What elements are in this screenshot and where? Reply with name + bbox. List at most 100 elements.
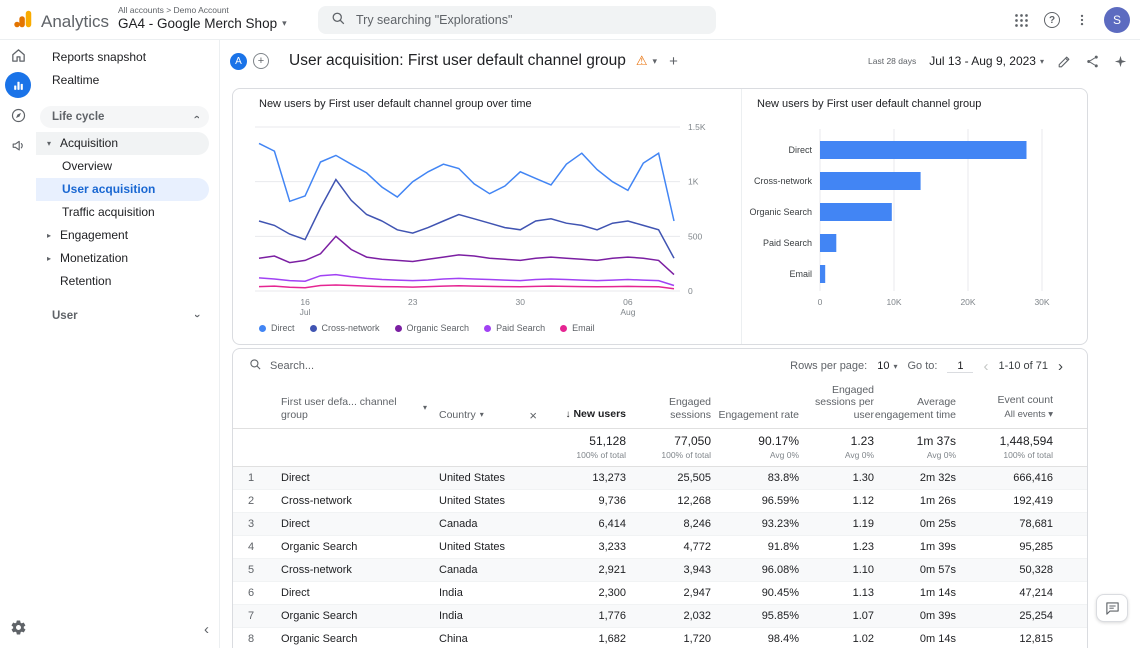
column-header-engaged-sessions[interactable]: Engaged sessions: [626, 396, 711, 421]
row-index: 8: [247, 633, 255, 645]
advertising-icon[interactable]: [0, 130, 36, 160]
y-axis-label: 0: [688, 286, 693, 296]
add-comparison-button[interactable]: +: [253, 53, 269, 69]
account-switcher[interactable]: All accounts > Demo Account GA4 - Google…: [118, 5, 287, 31]
chevron-down-icon: ▾: [282, 18, 287, 28]
column-header-engagement-rate[interactable]: Engagement rate: [711, 409, 799, 422]
analytics-logo-icon: [12, 8, 34, 35]
bar-category-label: Organic Search: [749, 207, 812, 217]
table-row[interactable]: 8 Organic Search China 1,682 1,720 98.4% 1.02 0…: [233, 628, 1087, 648]
column-header-engaged-sessions-per-user[interactable]: Engaged sessions per user: [799, 384, 874, 422]
column-header-new-users[interactable]: ↓ New users: [539, 408, 626, 422]
nav-realtime[interactable]: Realtime: [36, 69, 219, 92]
nav-acquisition-overview[interactable]: Overview: [36, 155, 209, 178]
cell-engaged-per-user: 1.10: [852, 564, 874, 576]
table-row[interactable]: 1 Direct United States 13,273 25,505 83.8% 1.3…: [233, 467, 1087, 490]
column-header-country[interactable]: Country ▾ ×: [427, 409, 539, 422]
table-search-input[interactable]: Search...: [249, 358, 314, 374]
cell-engaged-sessions: 8,246: [683, 518, 711, 530]
table-row[interactable]: 4 Organic Search United States 3,233 4,772 91…: [233, 536, 1087, 559]
cell-channel: Organic Search: [281, 633, 358, 645]
apps-grid-icon[interactable]: [1014, 13, 1029, 28]
comparison-chip[interactable]: A: [230, 52, 247, 70]
user-avatar[interactable]: S: [1104, 7, 1130, 33]
nav-user-acquisition[interactable]: User acquisition: [36, 178, 209, 201]
column-header-channel-group[interactable]: First user defa... channel group ▾: [269, 396, 427, 421]
home-icon[interactable]: [0, 40, 36, 70]
nav-reports-snapshot[interactable]: Reports snapshot: [36, 46, 219, 69]
analytics-logo[interactable]: Analytics: [12, 8, 109, 35]
nav-retention[interactable]: Retention: [36, 270, 209, 293]
bar-chart-svg[interactable]: 0 10K 20K 30K Direct Cross-network Organic Sea…: [746, 115, 1086, 315]
add-report-button[interactable]: +: [669, 53, 678, 70]
icon-rail: [0, 40, 36, 648]
collapsed-triangle-icon: ▸: [46, 254, 51, 263]
cell-engaged-sessions: 12,268: [677, 495, 711, 507]
nav-section-user[interactable]: User ›: [40, 305, 209, 327]
cell-engaged-per-user: 1.30: [852, 472, 874, 484]
more-vert-icon[interactable]: [1075, 13, 1089, 27]
table-row[interactable]: 3 Direct Canada 6,414 8,246 93.23% 1.19 0m 25s 7…: [233, 513, 1087, 536]
table-row[interactable]: 6 Direct India 2,300 2,947 90.45% 1.13 1m 14s 47…: [233, 582, 1087, 605]
total-new-users: 51,128: [589, 434, 626, 448]
warning-icon[interactable]: ⚠: [636, 53, 648, 69]
table-search-placeholder: Search...: [270, 360, 315, 372]
rows-per-page-select[interactable]: 10 ▾: [877, 360, 897, 372]
admin-gear-icon[interactable]: [0, 619, 36, 636]
search-icon: [331, 11, 346, 29]
reports-icon[interactable]: [0, 70, 36, 100]
x-axis-label: 30: [516, 297, 526, 307]
nav-acquisition[interactable]: ▾ Acquisition: [36, 132, 209, 155]
help-icon[interactable]: ?: [1044, 12, 1060, 28]
chevron-down-icon: ▾: [479, 409, 484, 419]
sort-descending-icon: ↓: [565, 408, 571, 420]
table-row[interactable]: 5 Cross-network Canada 2,921 3,943 96.08% 1.10…: [233, 559, 1087, 582]
line-legend: Direct Cross-network Organic Search Paid Se…: [259, 323, 595, 333]
expand-triangle-icon: ▾: [46, 139, 51, 148]
search-placeholder: Try searching "Explorations": [356, 13, 513, 27]
share-icon[interactable]: [1085, 54, 1100, 69]
global-search-input[interactable]: Try searching "Explorations": [318, 6, 716, 34]
y-axis-label: 500: [688, 231, 702, 241]
cell-country: Canada: [439, 564, 478, 576]
next-page-icon[interactable]: ›: [1058, 359, 1063, 374]
nav-section-lifecycle[interactable]: Life cycle ›: [40, 106, 209, 128]
line-chart-svg[interactable]: 0 500 1K 1.5K 16Jul 23 30 06Aug: [249, 111, 719, 323]
legend-item-email[interactable]: Email: [560, 323, 595, 333]
date-range-picker[interactable]: Jul 13 - Aug 9, 2023 ▾: [929, 54, 1044, 68]
legend-item-paid-search[interactable]: Paid Search: [484, 323, 545, 333]
remove-dimension-icon[interactable]: ×: [529, 409, 537, 423]
cell-country: United States: [439, 495, 506, 507]
cell-new-users: 6,414: [598, 518, 626, 530]
column-header-event-count[interactable]: Event count All events ▾: [956, 394, 1053, 421]
table-row[interactable]: 7 Organic Search India 1,776 2,032 95.85% 1.07…: [233, 605, 1087, 628]
rows-per-page-label: Rows per page:: [790, 360, 868, 372]
insights-icon[interactable]: [1113, 54, 1128, 69]
legend-item-cross-network[interactable]: Cross-network: [309, 323, 380, 333]
nav-monetization[interactable]: ▸ Monetization: [36, 247, 209, 270]
legend-item-direct[interactable]: Direct: [259, 323, 295, 333]
title-chevron-icon[interactable]: ▾: [653, 56, 658, 67]
legend-item-organic-search[interactable]: Organic Search: [394, 323, 469, 333]
bar-organic-search: [820, 203, 892, 221]
bar-category-label: Email: [789, 269, 812, 279]
cell-engagement-rate: 93.23%: [761, 518, 799, 530]
nav-traffic-acquisition[interactable]: Traffic acquisition: [36, 201, 209, 224]
cell-event-count: 95,285: [1019, 541, 1053, 553]
cell-avg-engagement-time: 0m 14s: [919, 633, 956, 645]
event-count-filter[interactable]: All events ▾: [956, 409, 1053, 422]
collapse-nav-icon[interactable]: ‹: [204, 621, 209, 638]
x-axis-label: 23: [408, 297, 418, 307]
edit-report-icon[interactable]: [1057, 54, 1072, 69]
nav-engagement[interactable]: ▸ Engagement: [36, 224, 209, 247]
cell-engaged-per-user: 1.23: [852, 541, 874, 553]
column-header-average-engagement-time[interactable]: Average engagement time: [874, 396, 956, 421]
explore-icon[interactable]: [0, 100, 36, 130]
goto-page-input[interactable]: [947, 359, 974, 373]
cell-avg-engagement-time: 0m 25s: [919, 518, 956, 530]
line-chart-title: New users by First user default channel …: [259, 98, 532, 110]
prev-page-icon[interactable]: ‹: [983, 359, 988, 374]
table-row[interactable]: 2 Cross-network United States 9,736 12,268 96…: [233, 490, 1087, 513]
legend-dot: [560, 324, 568, 332]
feedback-button[interactable]: [1096, 594, 1128, 622]
